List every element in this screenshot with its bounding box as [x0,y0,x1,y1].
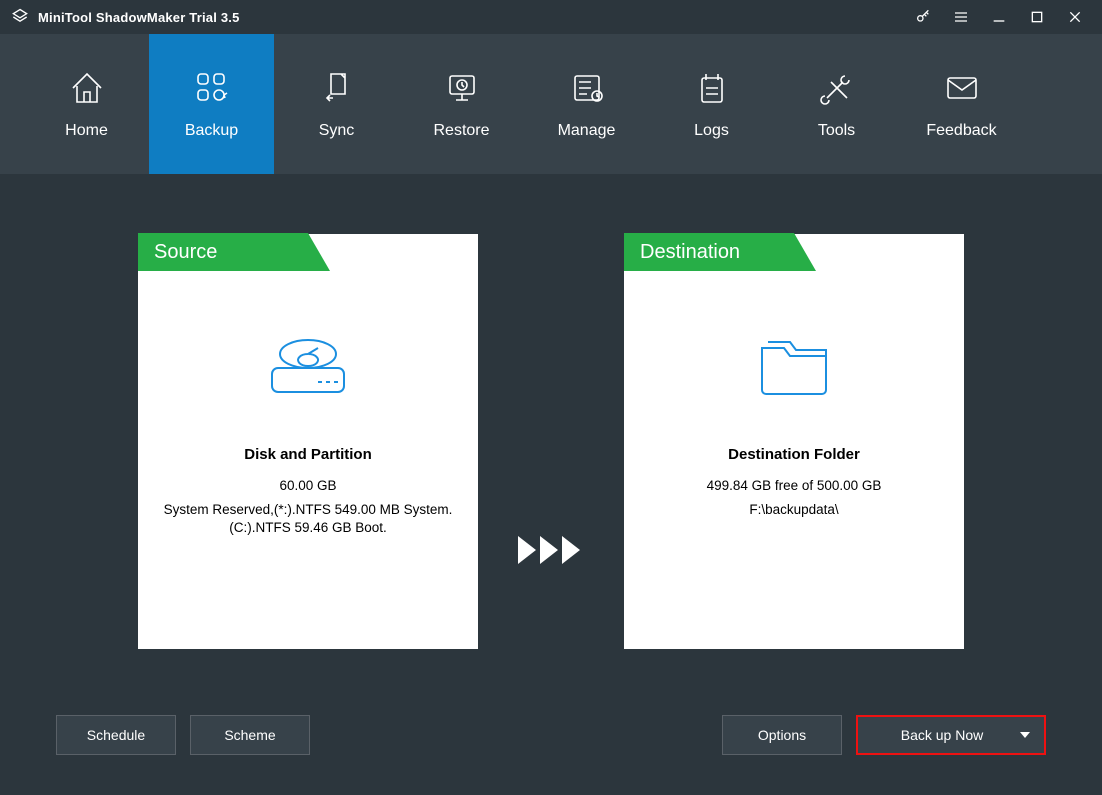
tools-icon [817,68,857,108]
nav-manage[interactable]: Manage [524,34,649,174]
nav-feedback[interactable]: Feedback [899,34,1024,174]
source-size: 60.00 GB [261,477,354,495]
backup-now-button[interactable]: Back up Now [856,715,1046,755]
content-area: Source Disk and Partition 60.00 GB Syste… [0,174,1102,695]
source-tab-label: Source [138,233,308,271]
chevron-down-icon [1020,732,1030,738]
folder-icon [744,324,844,404]
nav-label: Restore [433,122,489,140]
main-nav: Home Backup Sync Restore Manage [0,34,1102,174]
restore-icon [442,68,482,108]
sync-icon [317,68,357,108]
nav-label: Tools [818,122,855,140]
logs-icon [692,68,732,108]
title-bar: MiniTool ShadowMaker Trial 3.5 [0,0,1102,34]
disk-icon [258,324,358,404]
destination-card-body: Destination Folder 499.84 GB free of 500… [624,272,964,649]
destination-title: Destination Folder [728,446,860,463]
manage-icon [567,68,607,108]
bottom-bar: Schedule Scheme Options Back up Now [0,695,1102,795]
nav-restore[interactable]: Restore [399,34,524,174]
menu-icon[interactable] [942,0,980,34]
schedule-button[interactable]: Schedule [56,715,176,755]
source-card[interactable]: Source Disk and Partition 60.00 GB Syste… [138,234,478,649]
source-details: System Reserved,(*:).NTFS 549.00 MB Syst… [138,501,478,537]
destination-free: 499.84 GB free of 500.00 GB [689,477,900,495]
nav-sync[interactable]: Sync [274,34,399,174]
backup-now-label: Back up Now [901,727,983,743]
nav-label: Backup [185,122,238,140]
minimize-button[interactable] [980,0,1018,34]
nav-home[interactable]: Home [24,34,149,174]
nav-logs[interactable]: Logs [649,34,774,174]
nav-label: Home [65,122,108,140]
nav-label: Logs [694,122,729,140]
app-logo-icon [10,7,30,27]
nav-label: Manage [558,122,616,140]
arrow-icon [518,536,584,564]
home-icon [67,68,107,108]
destination-path: F:\backupdata\ [731,501,856,519]
options-button[interactable]: Options [722,715,842,755]
nav-backup[interactable]: Backup [149,34,274,174]
scheme-button[interactable]: Scheme [190,715,310,755]
destination-card[interactable]: Destination Destination Folder 499.84 GB… [624,234,964,649]
close-button[interactable] [1056,0,1094,34]
feedback-icon [942,68,982,108]
nav-tools[interactable]: Tools [774,34,899,174]
maximize-button[interactable] [1018,0,1056,34]
app-title: MiniTool ShadowMaker Trial 3.5 [38,10,240,25]
nav-label: Feedback [926,122,996,140]
key-icon[interactable] [904,0,942,34]
source-card-body: Disk and Partition 60.00 GB System Reser… [138,272,478,649]
app-window: MiniTool ShadowMaker Trial 3.5 Home [0,0,1102,795]
source-title: Disk and Partition [244,446,372,463]
nav-label: Sync [319,122,355,140]
destination-tab-label: Destination [624,233,794,271]
backup-icon [192,68,232,108]
